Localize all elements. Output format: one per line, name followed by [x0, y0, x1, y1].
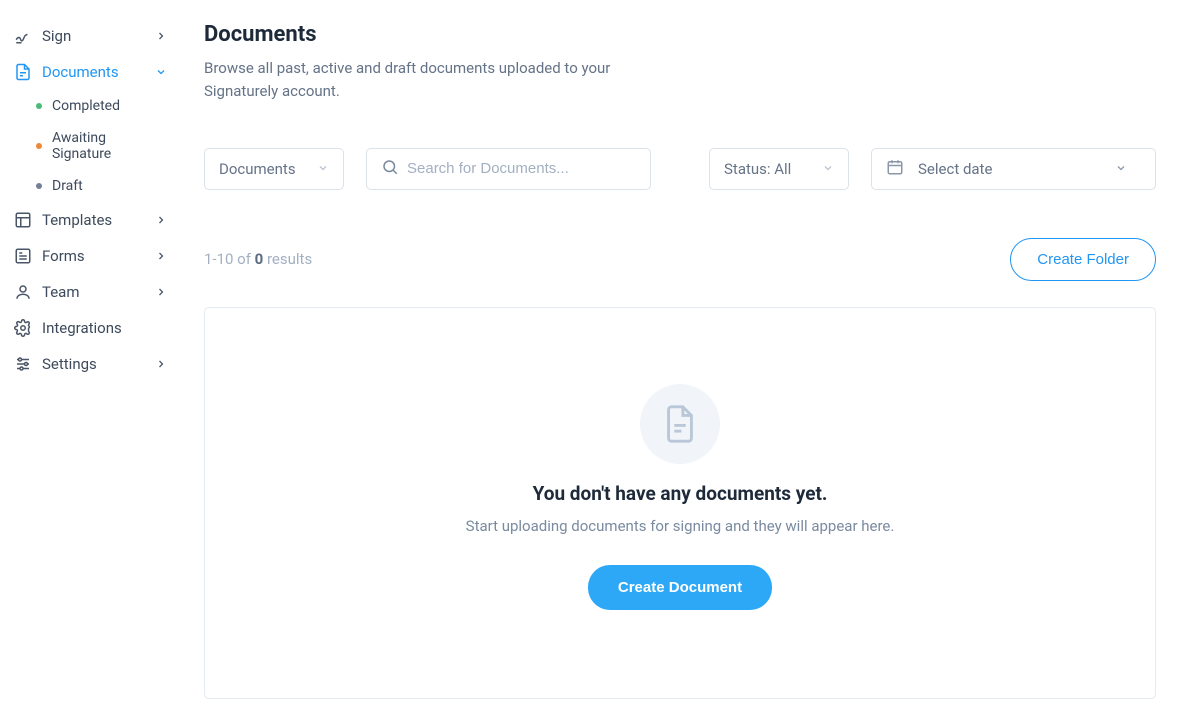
date-filter-value: Select date [918, 160, 992, 178]
sidebar-item-label: Integrations [42, 319, 168, 337]
search-input[interactable] [407, 160, 636, 177]
chevron-down-icon [317, 160, 329, 178]
status-filter-value: Status: All [724, 160, 791, 178]
status-dot-completed [36, 103, 42, 109]
page-title: Documents [204, 22, 1156, 47]
search-icon [381, 158, 407, 180]
sidebar: Sign Documents Completed Awaiting Signat… [0, 0, 180, 721]
chevron-down-icon [1115, 160, 1141, 178]
results-count: 1-10 of 0 results [204, 250, 312, 268]
sidebar-item-forms[interactable]: Forms [8, 238, 174, 274]
sidebar-item-label: Completed [52, 98, 120, 114]
main-content: Documents Browse all past, active and dr… [180, 0, 1180, 721]
forms-icon [14, 247, 32, 265]
page-subtitle: Browse all past, active and draft docume… [204, 57, 624, 104]
team-icon [14, 283, 32, 301]
documents-panel: You don't have any documents yet. Start … [204, 307, 1156, 699]
sidebar-item-awaiting[interactable]: Awaiting Signature [30, 122, 174, 170]
chevron-right-icon [154, 29, 168, 43]
status-dot-awaiting [36, 143, 42, 149]
sliders-icon [14, 355, 32, 373]
status-filter-select[interactable]: Status: All [709, 148, 849, 190]
sidebar-item-team[interactable]: Team [8, 274, 174, 310]
documents-sub-items: Completed Awaiting Signature Draft [8, 90, 174, 202]
empty-state-title: You don't have any documents yet. [235, 482, 1125, 505]
chevron-down-icon [822, 160, 834, 178]
empty-state-subtitle: Start uploading documents for signing an… [235, 517, 1125, 535]
calendar-icon [886, 158, 918, 180]
empty-document-icon [640, 384, 720, 464]
search-input-wrapper[interactable] [366, 148, 651, 190]
document-icon [14, 63, 32, 81]
sidebar-item-templates[interactable]: Templates [8, 202, 174, 238]
gear-icon [14, 319, 32, 337]
chevron-right-icon [154, 249, 168, 263]
sidebar-item-label: Sign [42, 27, 154, 45]
results-row: 1-10 of 0 results Create Folder [204, 238, 1156, 281]
sidebar-item-label: Documents [42, 63, 154, 81]
sidebar-item-label: Awaiting Signature [52, 130, 168, 162]
sidebar-item-integrations[interactable]: Integrations [8, 310, 174, 346]
filters-bar: Documents Status: All [204, 148, 1156, 190]
type-filter-select[interactable]: Documents [204, 148, 344, 190]
create-document-button[interactable]: Create Document [588, 565, 772, 610]
sidebar-item-sign[interactable]: Sign [8, 18, 174, 54]
sidebar-item-draft[interactable]: Draft [30, 170, 174, 202]
sidebar-item-settings[interactable]: Settings [8, 346, 174, 382]
sidebar-item-label: Templates [42, 211, 154, 229]
signature-icon [14, 27, 32, 45]
chevron-right-icon [154, 213, 168, 227]
create-folder-button[interactable]: Create Folder [1010, 238, 1156, 281]
chevron-down-icon [154, 65, 168, 79]
templates-icon [14, 211, 32, 229]
chevron-right-icon [154, 357, 168, 371]
type-filter-value: Documents [219, 160, 296, 178]
date-filter-select[interactable]: Select date [871, 148, 1156, 190]
sidebar-item-label: Team [42, 283, 154, 301]
sidebar-item-completed[interactable]: Completed [30, 90, 174, 122]
sidebar-item-documents[interactable]: Documents [8, 54, 174, 90]
sidebar-item-label: Forms [42, 247, 154, 265]
status-dot-draft [36, 183, 42, 189]
sidebar-item-label: Settings [42, 355, 154, 373]
sidebar-item-label: Draft [52, 178, 83, 194]
chevron-right-icon [154, 285, 168, 299]
